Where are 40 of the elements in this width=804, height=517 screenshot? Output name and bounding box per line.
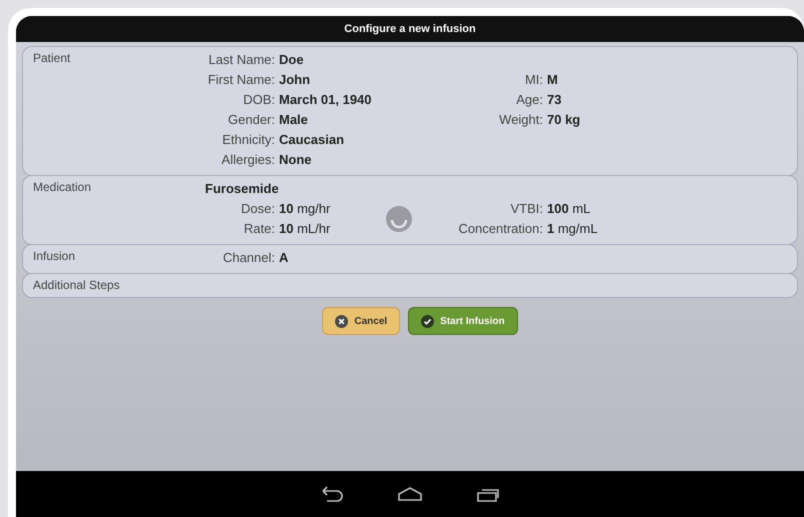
field-value: Doe: [279, 51, 305, 69]
field-value: 1 mg/mL: [547, 220, 599, 238]
field-label: Dose:: [240, 200, 275, 218]
field-label: Weight:: [498, 111, 543, 129]
field-value: March 01, 1940: [279, 91, 373, 109]
field-value: John: [279, 71, 312, 89]
loading-spinner-icon: [385, 205, 413, 233]
field-value: 70 kg: [547, 111, 582, 129]
home-icon[interactable]: [397, 486, 423, 502]
field-label: Channel:: [222, 249, 275, 267]
field-label: MI:: [524, 71, 543, 89]
field-value: Caucasian: [279, 131, 346, 149]
field-label: First Name:: [206, 71, 275, 89]
field-value: 10 mg/hr: [279, 200, 332, 218]
field-label: Rate:: [242, 220, 275, 238]
field-value: 10 mL/hr: [279, 220, 332, 238]
section-title: Additional Steps: [33, 277, 121, 292]
section-title: Patient: [33, 50, 72, 67]
check-icon: [421, 314, 434, 328]
section-title: Infusion: [33, 248, 76, 265]
field-label: Gender:: [227, 111, 275, 129]
medication-name: Furosemide: [205, 180, 280, 198]
field-value: None: [279, 151, 312, 169]
recent-apps-icon[interactable]: [475, 486, 501, 502]
section-title: Medication: [33, 179, 92, 196]
field-value: M: [547, 71, 559, 89]
field-value: 100 mL: [547, 200, 592, 218]
close-icon: [335, 314, 348, 328]
field-label: Ethnicity:: [221, 131, 275, 149]
field-value: Male: [279, 111, 309, 129]
field-value: 73: [547, 91, 562, 109]
field-label: Concentration:: [457, 220, 543, 238]
window-title: Configure a new infusion: [344, 23, 476, 35]
field-label: Last Name:: [208, 51, 275, 69]
field-value: A: [279, 249, 290, 267]
field-label: Age:: [515, 91, 543, 109]
field-label: VTBI:: [509, 200, 543, 218]
action-button[interactable]: Cancel: [322, 307, 400, 335]
field-label: Allergies:: [220, 151, 275, 169]
field-label: DOB:: [242, 91, 275, 109]
